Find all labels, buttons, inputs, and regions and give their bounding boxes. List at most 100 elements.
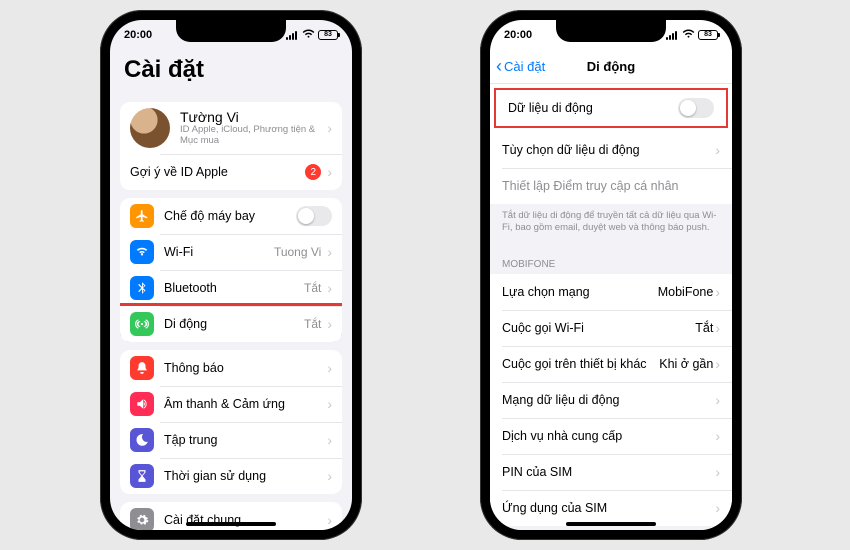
screentime-row[interactable]: Thời gian sử dụng › [120,458,342,494]
row-label: Ứng dụng của SIM [502,501,713,515]
apple-id-row[interactable]: Tường Vi ID Apple, iCloud, Phương tiện &… [120,102,342,154]
home-indicator[interactable] [186,522,276,526]
wifi-row[interactable]: Wi-Fi Tuong Vi › [120,234,342,270]
sim-apps-row[interactable]: Ứng dụng của SIM › [490,490,732,526]
row-value: Tắt [304,281,321,295]
bluetooth-row[interactable]: Bluetooth Tắt › [120,270,342,306]
wifi-icon [130,240,154,264]
data-options-row[interactable]: Tùy chọn dữ liệu di động › [490,132,732,168]
battery-icon: 83 [698,30,718,40]
hotspot-row[interactable]: Thiết lập Điểm truy cập cá nhân [490,168,732,204]
wifi-icon [682,29,695,42]
chevron-right-icon: › [327,316,332,332]
gear-icon [130,508,154,530]
row-label: Bluetooth [164,281,304,295]
airplane-toggle[interactable] [296,206,332,226]
status-time: 20:00 [504,29,532,41]
network-selection-row[interactable]: Lựa chọn mạng MobiFone › [490,274,732,310]
row-label: Dịch vụ nhà cung cấp [502,429,713,443]
chevron-right-icon: › [327,244,332,260]
badge: 2 [305,164,321,180]
profile-group: Tường Vi ID Apple, iCloud, Phương tiện &… [120,102,342,190]
row-label: Chế độ máy bay [164,209,296,223]
row-label: Gợi ý về ID Apple [130,165,305,179]
row-value: Tắt [695,321,713,335]
notch [556,20,666,42]
row-label: Thông báo [164,361,325,375]
cellular-icon [130,312,154,336]
row-value: Khi ở gần [659,357,713,371]
row-label: Cuộc gọi trên thiết bị khác [502,357,659,371]
chevron-right-icon: › [715,500,720,516]
phone-frame-right: 20:00 83 ‹ Cài đặt Di động Dữ liệu di độ… [480,10,742,540]
cellular-content: ‹ Cài đặt Di động Dữ liệu di động Tùy ch… [490,50,732,530]
notifications-row[interactable]: Thông báo › [120,350,342,386]
profile-sub: ID Apple, iCloud, Phương tiện & Mục mua [180,125,325,147]
sounds-row[interactable]: Âm thanh & Cảm ứng › [120,386,342,422]
airplane-mode-row[interactable]: Chế độ máy bay [120,198,342,234]
chevron-right-icon: › [327,512,332,528]
focus-row[interactable]: Tập trung › [120,422,342,458]
hourglass-icon [130,464,154,488]
chevron-right-icon: › [327,468,332,484]
notch [176,20,286,42]
settings-content: Cài đặt Tường Vi ID Apple, iCloud, Phươn… [110,50,352,530]
home-indicator[interactable] [566,522,656,526]
chevron-right-icon: › [327,280,332,296]
wifi-calling-row[interactable]: Cuộc gọi Wi-Fi Tắt › [490,310,732,346]
notifications-group: Thông báo › Âm thanh & Cảm ứng › Tập tru… [120,350,342,494]
chevron-right-icon: › [715,464,720,480]
cellular-signal-icon [666,31,679,40]
chevron-right-icon: › [715,142,720,158]
row-label: Mạng dữ liệu di động [502,393,713,407]
chevron-right-icon: › [327,360,332,376]
chevron-right-icon: › [327,396,332,412]
chevron-right-icon: › [327,432,332,448]
chevron-right-icon: › [715,428,720,444]
row-label: Tập trung [164,433,325,447]
row-label: Âm thanh & Cảm ứng [164,397,325,411]
avatar [130,108,170,148]
cellular-data-group: Dữ liệu di động [496,90,726,126]
speaker-icon [130,392,154,416]
battery-icon: 83 [318,30,338,40]
row-label: Lựa chọn mạng [502,285,658,299]
carrier-header: MOBIFONE [490,245,732,274]
row-value: Tắt [304,317,321,331]
row-label: PIN của SIM [502,465,713,479]
data-network-row[interactable]: Mạng dữ liệu di động › [490,382,732,418]
airplane-icon [130,204,154,228]
cellular-signal-icon [286,31,299,40]
cellular-row[interactable]: Di động Tắt › [120,306,342,342]
back-button[interactable]: ‹ Cài đặt [496,56,545,77]
phone-frame-left: 20:00 83 Cài đặt Tường Vi ID Apple, iClo… [100,10,362,540]
screen-left: 20:00 83 Cài đặt Tường Vi ID Apple, iClo… [110,20,352,530]
row-label: Cuộc gọi Wi-Fi [502,321,695,335]
row-value: MobiFone [658,285,714,299]
cellular-data-row[interactable]: Dữ liệu di động [496,90,726,126]
profile-name: Tường Vi [180,109,325,125]
chevron-right-icon: › [715,284,720,300]
carrier-services-row[interactable]: Dịch vụ nhà cung cấp › [490,418,732,454]
status-time: 20:00 [124,29,152,41]
row-label: Thiết lập Điểm truy cập cá nhân [502,179,720,193]
chevron-right-icon: › [715,356,720,372]
cellular-data-toggle[interactable] [678,98,714,118]
status-indicators: 83 [286,29,338,42]
apple-id-suggestions-row[interactable]: Gợi ý về ID Apple 2 › [120,154,342,190]
chevron-right-icon: › [327,120,332,136]
nav-bar: ‹ Cài đặt Di động [490,50,732,84]
moon-icon [130,428,154,452]
calls-other-devices-row[interactable]: Cuộc gọi trên thiết bị khác Khi ở gần › [490,346,732,382]
row-label: Wi-Fi [164,245,274,259]
chevron-right-icon: › [715,320,720,336]
chevron-left-icon: ‹ [496,56,502,77]
screen-right: 20:00 83 ‹ Cài đặt Di động Dữ liệu di độ… [490,20,732,530]
row-label: Dữ liệu di động [508,101,678,115]
sim-pin-row[interactable]: PIN của SIM › [490,454,732,490]
back-label: Cài đặt [504,59,545,74]
connectivity-group: Chế độ máy bay Wi-Fi Tuong Vi › Bluetoot… [120,198,342,342]
data-footer-text: Tắt dữ liệu di động để truyền tất cả dữ … [490,204,732,245]
carrier-group: Lựa chọn mạng MobiFone › Cuộc gọi Wi-Fi … [490,274,732,526]
row-value: Tuong Vi [274,245,321,259]
